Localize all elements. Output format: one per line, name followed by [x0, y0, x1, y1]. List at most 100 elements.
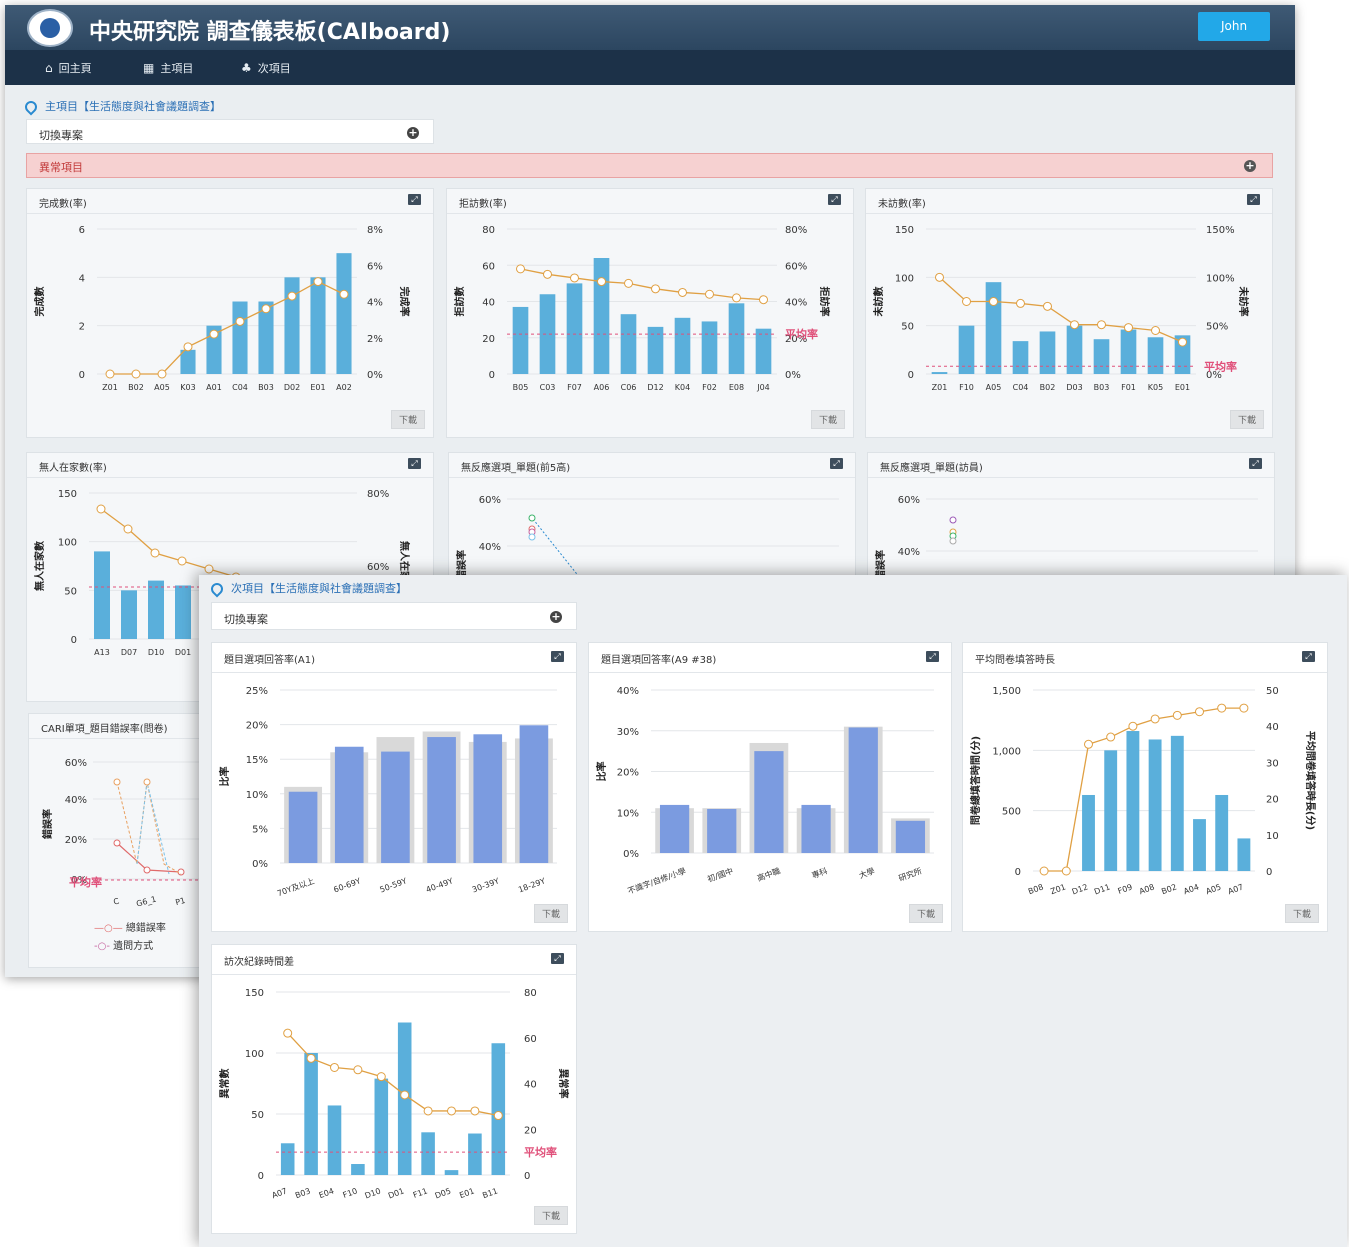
nav-main-items[interactable]: ▦ 主項目	[143, 60, 193, 76]
bar	[381, 751, 410, 863]
download-button[interactable]: 下載	[1284, 904, 1319, 923]
rate-point	[131, 369, 141, 379]
download-button[interactable]: 下載	[1229, 410, 1264, 429]
rate-point	[1150, 714, 1160, 724]
x-tick-label: 70Y及以上	[276, 876, 316, 898]
y-axis-label: 錯誤率	[41, 809, 54, 839]
bar	[1147, 337, 1164, 374]
series-point	[949, 537, 957, 545]
download-button[interactable]: 下載	[810, 410, 845, 429]
y-tick-label: 150	[245, 988, 264, 999]
x-tick-label: F10	[342, 1186, 359, 1200]
y-tick-label: 15%	[246, 755, 268, 766]
y-axis-label: 無人在家數	[33, 541, 46, 591]
switch-project-dropdown[interactable]: 切換專案 +	[211, 602, 577, 630]
x-tick-label: 研究所	[897, 865, 923, 883]
rate-point	[1128, 721, 1138, 731]
rate-point	[935, 272, 944, 282]
download-button[interactable]: 下載	[908, 904, 943, 923]
bar	[374, 1078, 389, 1175]
nav-sub-items[interactable]: ♣ 次項目	[241, 60, 291, 76]
nav-home[interactable]: ⌂ 回主頁	[45, 60, 92, 76]
rate-point	[651, 284, 660, 294]
rate-point	[678, 287, 687, 297]
answer-rate-a1-chart: 0% 5% 10% 15% 20% 25% 比率 70Y及以上 60-69Y 50-59Y 40-4…	[218, 686, 557, 898]
download-button[interactable]: 下載	[390, 410, 425, 429]
rate-point	[624, 278, 633, 288]
x-tick-label: F09	[1117, 882, 1134, 896]
y2-axis-label: 未訪率	[1237, 286, 1250, 317]
y2-axis-label: 平均問卷填答時長(分)	[1304, 731, 1317, 830]
y-tick-label: 20%	[246, 721, 268, 732]
y-tick-label: 4	[79, 273, 85, 284]
breadcrumb: 次項目【生活態度與社會議題調查】	[208, 580, 407, 598]
rate-point	[423, 1106, 433, 1116]
bar	[351, 1164, 365, 1175]
x-tick-label: D01	[387, 1186, 405, 1200]
user-button[interactable]: John	[1198, 12, 1270, 41]
x-tick-label: B08	[1027, 882, 1045, 896]
download-button[interactable]: 下載	[533, 904, 568, 923]
bar	[647, 326, 664, 374]
y-tick-label: 0	[908, 370, 914, 381]
x-tick-label: J04	[756, 383, 770, 392]
y-tick-label: 40%	[479, 542, 501, 553]
y2-tick-label: 50%	[1206, 322, 1228, 333]
x-tick-label: E01	[1175, 383, 1190, 392]
app-header: 中央研究院 調查儀表板(CAIboard) John	[5, 5, 1295, 50]
y-tick-label: 80	[482, 225, 495, 236]
rate-point	[96, 504, 106, 514]
y-tick-label: 100	[895, 273, 914, 284]
bar	[327, 1105, 342, 1175]
y2-axis-label: 拒訪率	[818, 287, 831, 317]
x-tick-label: 50-59Y	[379, 876, 409, 894]
x-tick-label: F02	[702, 383, 717, 392]
rate-point	[283, 1028, 293, 1038]
series-point	[143, 778, 151, 786]
y-axis-label: 拒訪數	[453, 287, 466, 317]
plus-circle-icon[interactable]: +	[407, 127, 419, 139]
switch-project-dropdown[interactable]: 切換專案 +	[26, 119, 434, 144]
rate-point	[313, 277, 323, 287]
x-tick-label: C	[112, 896, 120, 906]
anomaly-items-bar[interactable]: 異常項目 +	[26, 153, 1273, 178]
x-tick-label: G6_1	[135, 895, 157, 909]
y2-tick-label: 0	[1266, 867, 1272, 878]
nav-home-label: 回主頁	[58, 62, 92, 75]
y-tick-label: 50	[64, 586, 77, 597]
bar	[985, 282, 1002, 374]
rate-point	[235, 316, 245, 326]
y2-tick-label: 6%	[367, 261, 383, 272]
x-tick-label: D07	[121, 648, 137, 657]
average-label: 平均率	[524, 1145, 557, 1159]
bar	[539, 294, 556, 374]
rate-point	[177, 556, 187, 566]
not-visited-chart: 0501001500%50%100%150%未訪數 未訪率Z01 F10 A05 C04…	[872, 225, 1250, 392]
y2-tick-label: 4%	[367, 298, 383, 309]
switch-project-label: 切換專案	[39, 129, 83, 142]
bar	[754, 751, 784, 853]
y2-tick-label: 80%	[367, 489, 389, 500]
bar	[895, 820, 926, 853]
plus-circle-icon[interactable]: +	[1244, 160, 1256, 172]
switch-project-label: 切換專案	[224, 613, 268, 626]
download-button[interactable]: 下載	[533, 1206, 568, 1225]
y-tick-label: 10%	[246, 790, 268, 801]
bar	[121, 590, 137, 639]
x-tick-label: C06	[621, 383, 637, 392]
map-pin-icon	[208, 580, 226, 598]
series-point	[113, 839, 121, 847]
y-tick-label: 20	[482, 334, 495, 345]
plus-circle-icon[interactable]: +	[550, 611, 562, 623]
x-tick-label: 高中職	[756, 865, 782, 883]
bar	[288, 791, 318, 863]
y-axis-label: 比率	[218, 767, 231, 787]
refusal-panel: 拒訪數(率) ⤢ 0 20 40 60 80 0% 20% 40% 60% 80% 拒訪數 拒訪率 B0…	[446, 188, 854, 438]
rate-point	[376, 1072, 386, 1082]
legend-item-method[interactable]: -○- 遺問方式	[94, 937, 153, 952]
legend-item-total[interactable]: —○— 總錯誤率	[94, 919, 166, 934]
x-tick-label: D11	[1093, 882, 1111, 896]
x-tick-label: D12	[1071, 882, 1089, 896]
table-icon: ▦	[143, 61, 155, 75]
bar	[1039, 331, 1056, 374]
